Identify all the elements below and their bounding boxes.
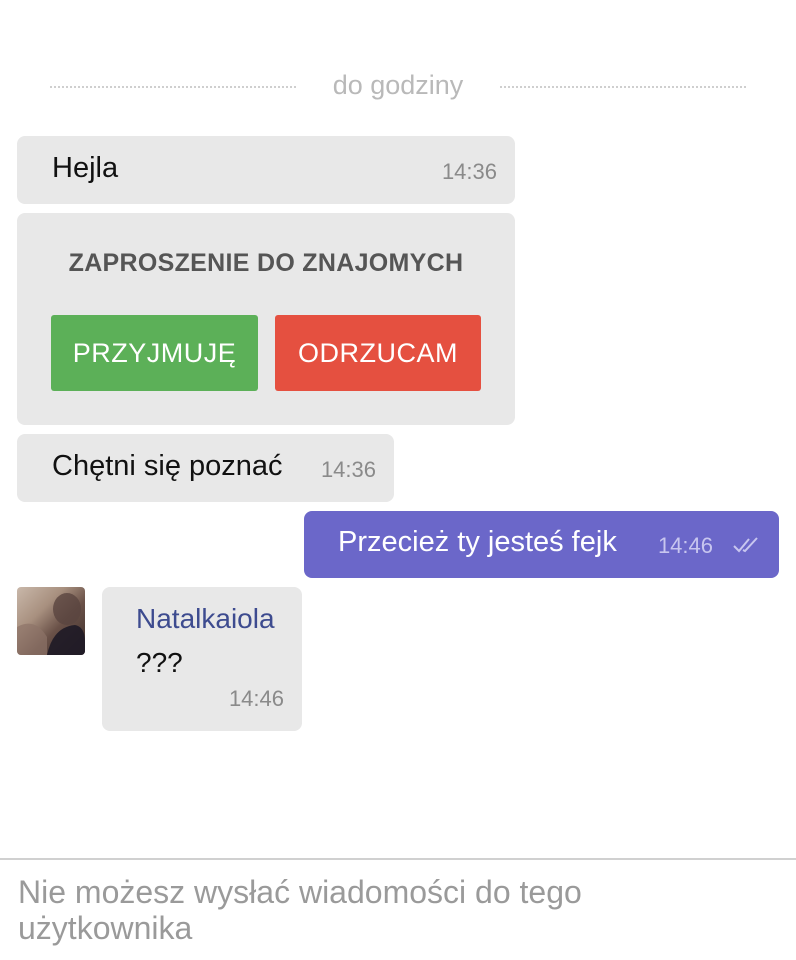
chat-screen: do godziny Hejla 14:36 ZAPROSZENIE DO ZN… [0,0,796,960]
divider-line-right [500,86,746,88]
message-time: 14:36 [441,159,497,184]
invite-title: ZAPROSZENIE DO ZNAJOMYCH [68,249,464,277]
message-text: Hejla [52,152,119,184]
incoming-message[interactable]: Natalkaiola ??? 14:46 [102,587,302,731]
outgoing-message[interactable]: Przecież ty jesteś fejk 14:46 [304,511,779,578]
message-time: 14:46 [228,686,284,711]
incoming-message[interactable]: Chętni się poznać 14:36 [17,434,394,502]
message-text: ??? [136,647,183,678]
composer-bar: Nie możesz wysłać wiadomości do tego uży… [0,858,796,960]
message-time: 14:46 [657,533,713,558]
accept-invite-button[interactable]: PRZYJMUJĘ [51,315,258,391]
incoming-message[interactable]: Hejla 14:36 [17,136,515,204]
friend-invite-card: ZAPROSZENIE DO ZNAJOMYCH PRZYJMUJĘ ODRZU… [17,213,515,425]
avatar-photo-icon [17,593,85,655]
double-check-icon [733,537,758,553]
avatar[interactable] [17,587,85,655]
reject-invite-button[interactable]: ODRZUCAM [275,315,481,391]
message-text: Chętni się poznać [52,450,283,482]
date-divider: do godziny [50,62,746,108]
message-time: 14:36 [320,457,376,482]
message-text: Przecież ty jesteś fejk [338,526,617,558]
composer-disabled-notice: Nie możesz wysłać wiadomości do tego uży… [18,874,582,946]
sender-name[interactable]: Natalkaiola [136,603,275,635]
